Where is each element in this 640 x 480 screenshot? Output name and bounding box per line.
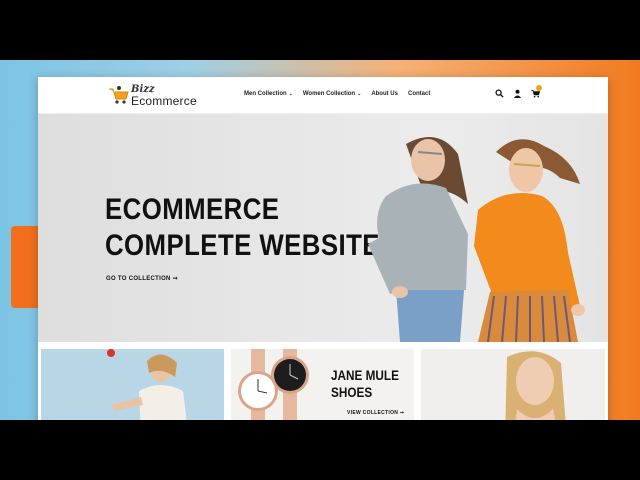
brand-logo[interactable]: Bizz Ecommerce [108,83,198,109]
chevron-down-icon: ⌄ [288,91,293,97]
card-title: JANE MULE SHOES [331,367,399,401]
card-model-image [505,351,566,420]
go-to-collection-link[interactable]: GO TO COLLECTION ➞ [106,275,178,282]
logo-cart-icon [109,86,129,104]
main-menu: Men Collection ⌄ Women Collection ⌄ Abou… [244,91,430,97]
desktop-background: Bizz Ecommerce Men Collection ⌄ Women Co… [0,60,640,420]
card-jane-mule-shoes[interactable]: JANE MULE SHOES VIEW COLLECTION ➞ [231,349,414,420]
card-woman-image [107,349,187,420]
card-model-portrait[interactable] [421,349,605,420]
search-icon[interactable] [495,89,504,98]
cart-button[interactable] [531,85,542,98]
watches-image [238,349,309,420]
cart-count-badge [536,85,542,91]
view-collection-link[interactable]: VIEW COLLECTION ➞ [347,410,404,416]
nav-item-women-collection[interactable]: Women Collection ⌄ [303,91,361,97]
nav-item-men-collection[interactable]: Men Collection ⌄ [244,91,293,97]
nav-item-label: Men Collection [244,91,287,97]
hero-models-image [368,136,585,342]
nav-item-label: Women Collection [302,91,356,97]
header-icons [495,85,542,98]
website-window: Bizz Ecommerce Men Collection ⌄ Women Co… [38,77,608,420]
card-title-line1: JANE MULE [331,367,399,383]
hero-banner: ECOMMERCE COMPLETE WEBSITE GO TO COLLECT… [38,114,608,342]
chevron-down-icon: ⌄ [357,91,362,97]
card-title-line2: SHOES [331,384,373,400]
card-women-collection[interactable] [41,349,224,420]
user-icon[interactable] [513,89,522,98]
nav-item-label: Contact [407,91,431,97]
brand-line2: Ecommerce [131,94,197,108]
decorative-side-tab [11,226,41,308]
collection-cards: JANE MULE SHOES VIEW COLLECTION ➞ [38,349,608,420]
nav-item-label: About Us [371,91,398,97]
nav-item-about-us[interactable]: About Us [371,91,398,97]
nav-item-contact[interactable]: Contact [408,91,430,97]
navbar: Bizz Ecommerce Men Collection ⌄ Women Co… [38,77,608,114]
